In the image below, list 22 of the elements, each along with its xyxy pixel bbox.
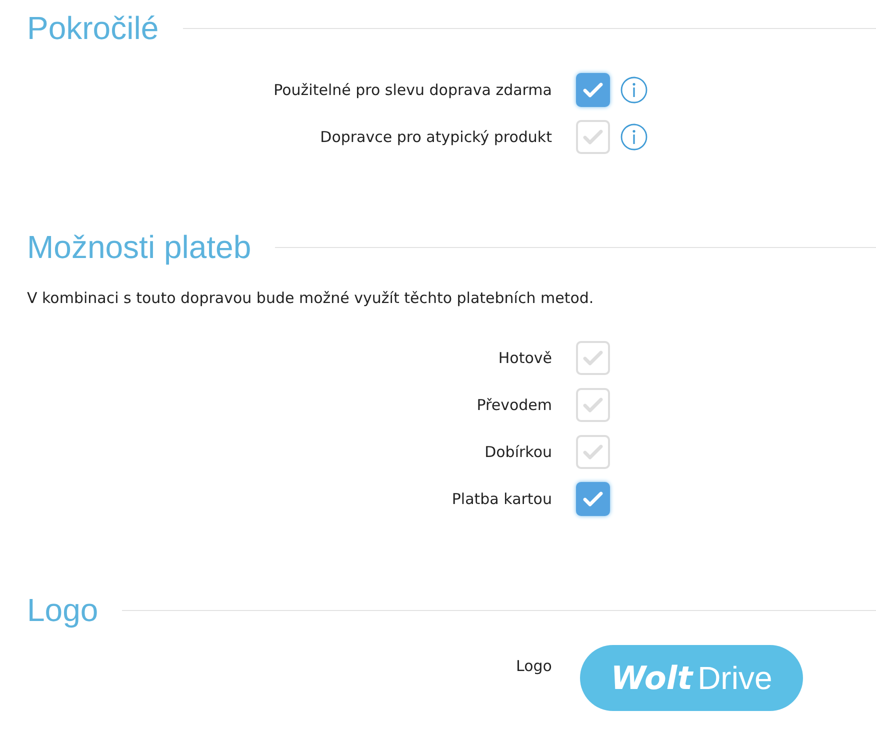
checkmark-icon xyxy=(583,350,603,366)
option-label: Převodem xyxy=(476,394,552,416)
section-heading: Možnosti plateb xyxy=(27,228,252,267)
option-label: Dopravce pro atypický produkt xyxy=(319,126,552,148)
info-icon[interactable] xyxy=(620,123,648,151)
logo-image: Wolt Drive xyxy=(580,645,803,711)
checkmark-icon xyxy=(583,129,603,145)
field-label: Logo xyxy=(515,656,552,677)
section-heading: Pokročilé xyxy=(27,9,159,48)
checkmark-icon xyxy=(583,491,603,507)
checkmark-icon xyxy=(583,397,603,413)
checkmark-icon xyxy=(583,82,603,98)
checkbox[interactable] xyxy=(576,482,610,516)
option-label: Dobírkou xyxy=(484,442,552,463)
option-label: Hotově xyxy=(497,348,552,369)
section-heading: Logo xyxy=(27,591,98,630)
option-label: Platba kartou xyxy=(450,488,552,510)
checkmark-icon xyxy=(583,444,603,460)
option-label: Použitelné pro slevu doprava zdarma xyxy=(272,80,552,101)
checkbox[interactable] xyxy=(576,73,610,107)
info-icon[interactable] xyxy=(620,76,648,104)
description-text: V kombinaci s touto dopravou bude možné využít těchto platebních metod. xyxy=(27,288,595,309)
